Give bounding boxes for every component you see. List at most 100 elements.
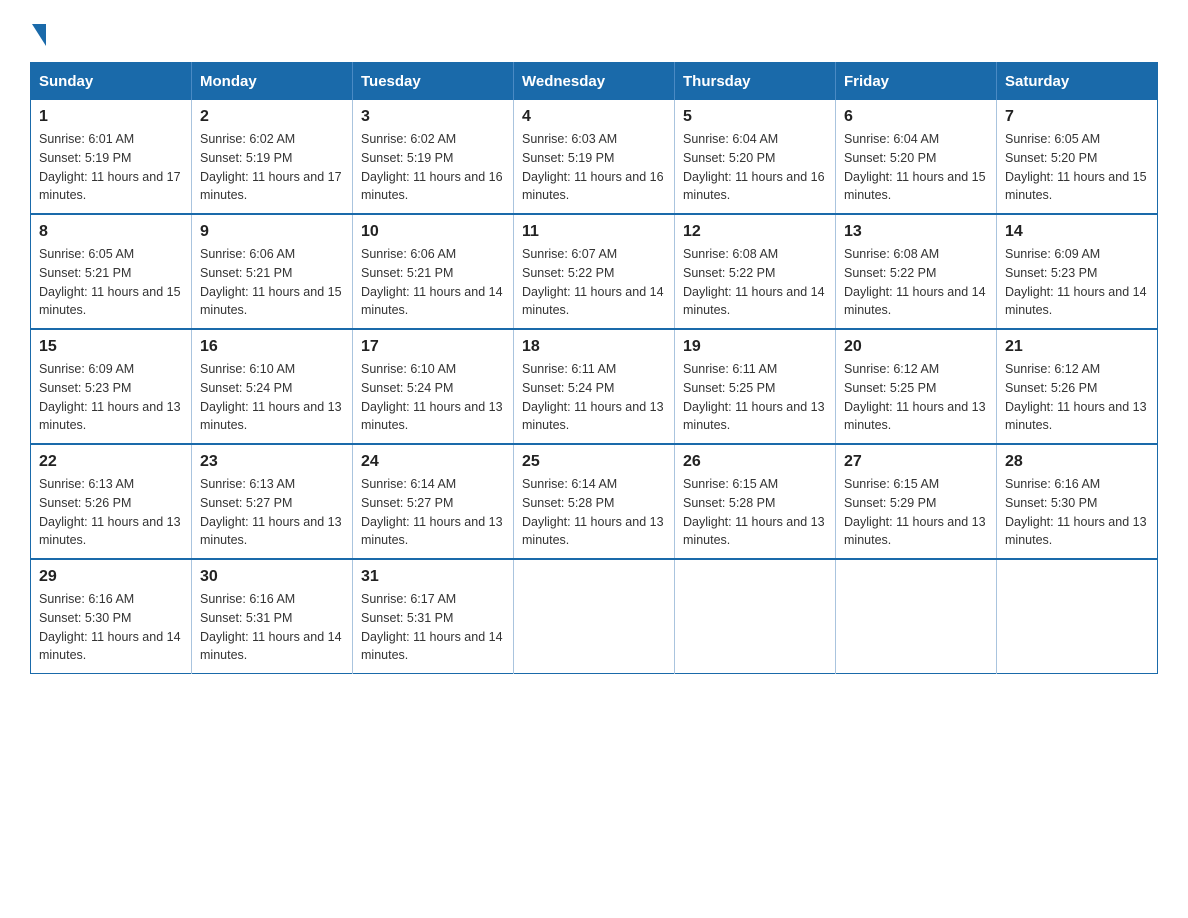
calendar-week-row: 15 Sunrise: 6:09 AMSunset: 5:23 PMDaylig… [31,329,1158,444]
header-thursday: Thursday [675,63,836,101]
day-info: Sunrise: 6:05 AMSunset: 5:20 PMDaylight:… [1005,130,1149,205]
calendar-cell: 11 Sunrise: 6:07 AMSunset: 5:22 PMDaylig… [514,214,675,329]
day-info: Sunrise: 6:10 AMSunset: 5:24 PMDaylight:… [200,360,344,435]
calendar-cell: 10 Sunrise: 6:06 AMSunset: 5:21 PMDaylig… [353,214,514,329]
calendar-cell: 7 Sunrise: 6:05 AMSunset: 5:20 PMDayligh… [997,100,1158,214]
header-saturday: Saturday [997,63,1158,101]
calendar-cell: 24 Sunrise: 6:14 AMSunset: 5:27 PMDaylig… [353,444,514,559]
day-number: 29 [39,568,183,586]
header-sunday: Sunday [31,63,192,101]
day-number: 22 [39,453,183,471]
header-friday: Friday [836,63,997,101]
calendar-cell: 17 Sunrise: 6:10 AMSunset: 5:24 PMDaylig… [353,329,514,444]
calendar-cell: 16 Sunrise: 6:10 AMSunset: 5:24 PMDaylig… [192,329,353,444]
calendar-cell: 5 Sunrise: 6:04 AMSunset: 5:20 PMDayligh… [675,100,836,214]
header-monday: Monday [192,63,353,101]
day-info: Sunrise: 6:03 AMSunset: 5:19 PMDaylight:… [522,130,666,205]
day-number: 28 [1005,453,1149,471]
day-number: 26 [683,453,827,471]
day-info: Sunrise: 6:14 AMSunset: 5:28 PMDaylight:… [522,475,666,550]
calendar-table: SundayMondayTuesdayWednesdayThursdayFrid… [30,62,1158,674]
day-info: Sunrise: 6:06 AMSunset: 5:21 PMDaylight:… [361,245,505,320]
day-info: Sunrise: 6:16 AMSunset: 5:30 PMDaylight:… [39,590,183,665]
day-number: 14 [1005,223,1149,241]
logo [30,20,46,42]
day-number: 11 [522,223,666,241]
calendar-cell: 3 Sunrise: 6:02 AMSunset: 5:19 PMDayligh… [353,100,514,214]
day-number: 10 [361,223,505,241]
page-header [30,20,1158,42]
calendar-week-row: 22 Sunrise: 6:13 AMSunset: 5:26 PMDaylig… [31,444,1158,559]
day-info: Sunrise: 6:08 AMSunset: 5:22 PMDaylight:… [844,245,988,320]
day-info: Sunrise: 6:14 AMSunset: 5:27 PMDaylight:… [361,475,505,550]
calendar-cell: 6 Sunrise: 6:04 AMSunset: 5:20 PMDayligh… [836,100,997,214]
day-number: 30 [200,568,344,586]
day-number: 17 [361,338,505,356]
day-number: 7 [1005,108,1149,126]
day-info: Sunrise: 6:11 AMSunset: 5:24 PMDaylight:… [522,360,666,435]
day-info: Sunrise: 6:15 AMSunset: 5:28 PMDaylight:… [683,475,827,550]
day-number: 25 [522,453,666,471]
calendar-cell: 1 Sunrise: 6:01 AMSunset: 5:19 PMDayligh… [31,100,192,214]
calendar-cell: 31 Sunrise: 6:17 AMSunset: 5:31 PMDaylig… [353,559,514,674]
day-number: 8 [39,223,183,241]
calendar-cell: 26 Sunrise: 6:15 AMSunset: 5:28 PMDaylig… [675,444,836,559]
day-info: Sunrise: 6:04 AMSunset: 5:20 PMDaylight:… [844,130,988,205]
day-number: 5 [683,108,827,126]
header-tuesday: Tuesday [353,63,514,101]
day-number: 9 [200,223,344,241]
calendar-cell [836,559,997,674]
day-info: Sunrise: 6:09 AMSunset: 5:23 PMDaylight:… [39,360,183,435]
day-number: 21 [1005,338,1149,356]
day-info: Sunrise: 6:04 AMSunset: 5:20 PMDaylight:… [683,130,827,205]
calendar-cell: 19 Sunrise: 6:11 AMSunset: 5:25 PMDaylig… [675,329,836,444]
day-number: 15 [39,338,183,356]
day-number: 27 [844,453,988,471]
calendar-cell: 18 Sunrise: 6:11 AMSunset: 5:24 PMDaylig… [514,329,675,444]
day-info: Sunrise: 6:10 AMSunset: 5:24 PMDaylight:… [361,360,505,435]
calendar-cell: 13 Sunrise: 6:08 AMSunset: 5:22 PMDaylig… [836,214,997,329]
day-info: Sunrise: 6:08 AMSunset: 5:22 PMDaylight:… [683,245,827,320]
day-number: 13 [844,223,988,241]
day-number: 20 [844,338,988,356]
day-info: Sunrise: 6:16 AMSunset: 5:30 PMDaylight:… [1005,475,1149,550]
day-number: 6 [844,108,988,126]
logo-arrow-icon [32,24,46,46]
calendar-cell: 21 Sunrise: 6:12 AMSunset: 5:26 PMDaylig… [997,329,1158,444]
day-number: 12 [683,223,827,241]
day-info: Sunrise: 6:16 AMSunset: 5:31 PMDaylight:… [200,590,344,665]
day-info: Sunrise: 6:02 AMSunset: 5:19 PMDaylight:… [361,130,505,205]
day-number: 24 [361,453,505,471]
header-wednesday: Wednesday [514,63,675,101]
calendar-cell: 9 Sunrise: 6:06 AMSunset: 5:21 PMDayligh… [192,214,353,329]
day-info: Sunrise: 6:11 AMSunset: 5:25 PMDaylight:… [683,360,827,435]
day-number: 31 [361,568,505,586]
day-number: 16 [200,338,344,356]
calendar-cell: 15 Sunrise: 6:09 AMSunset: 5:23 PMDaylig… [31,329,192,444]
day-info: Sunrise: 6:13 AMSunset: 5:26 PMDaylight:… [39,475,183,550]
calendar-cell: 23 Sunrise: 6:13 AMSunset: 5:27 PMDaylig… [192,444,353,559]
day-number: 1 [39,108,183,126]
day-number: 19 [683,338,827,356]
calendar-cell: 29 Sunrise: 6:16 AMSunset: 5:30 PMDaylig… [31,559,192,674]
calendar-cell: 2 Sunrise: 6:02 AMSunset: 5:19 PMDayligh… [192,100,353,214]
calendar-cell: 27 Sunrise: 6:15 AMSunset: 5:29 PMDaylig… [836,444,997,559]
day-info: Sunrise: 6:12 AMSunset: 5:25 PMDaylight:… [844,360,988,435]
day-info: Sunrise: 6:13 AMSunset: 5:27 PMDaylight:… [200,475,344,550]
calendar-cell [514,559,675,674]
calendar-cell [675,559,836,674]
calendar-cell: 20 Sunrise: 6:12 AMSunset: 5:25 PMDaylig… [836,329,997,444]
day-info: Sunrise: 6:17 AMSunset: 5:31 PMDaylight:… [361,590,505,665]
day-info: Sunrise: 6:15 AMSunset: 5:29 PMDaylight:… [844,475,988,550]
day-info: Sunrise: 6:07 AMSunset: 5:22 PMDaylight:… [522,245,666,320]
calendar-cell: 8 Sunrise: 6:05 AMSunset: 5:21 PMDayligh… [31,214,192,329]
day-info: Sunrise: 6:01 AMSunset: 5:19 PMDaylight:… [39,130,183,205]
calendar-cell: 12 Sunrise: 6:08 AMSunset: 5:22 PMDaylig… [675,214,836,329]
day-number: 23 [200,453,344,471]
calendar-cell: 25 Sunrise: 6:14 AMSunset: 5:28 PMDaylig… [514,444,675,559]
calendar-cell: 4 Sunrise: 6:03 AMSunset: 5:19 PMDayligh… [514,100,675,214]
day-number: 3 [361,108,505,126]
day-info: Sunrise: 6:09 AMSunset: 5:23 PMDaylight:… [1005,245,1149,320]
day-info: Sunrise: 6:12 AMSunset: 5:26 PMDaylight:… [1005,360,1149,435]
day-number: 2 [200,108,344,126]
